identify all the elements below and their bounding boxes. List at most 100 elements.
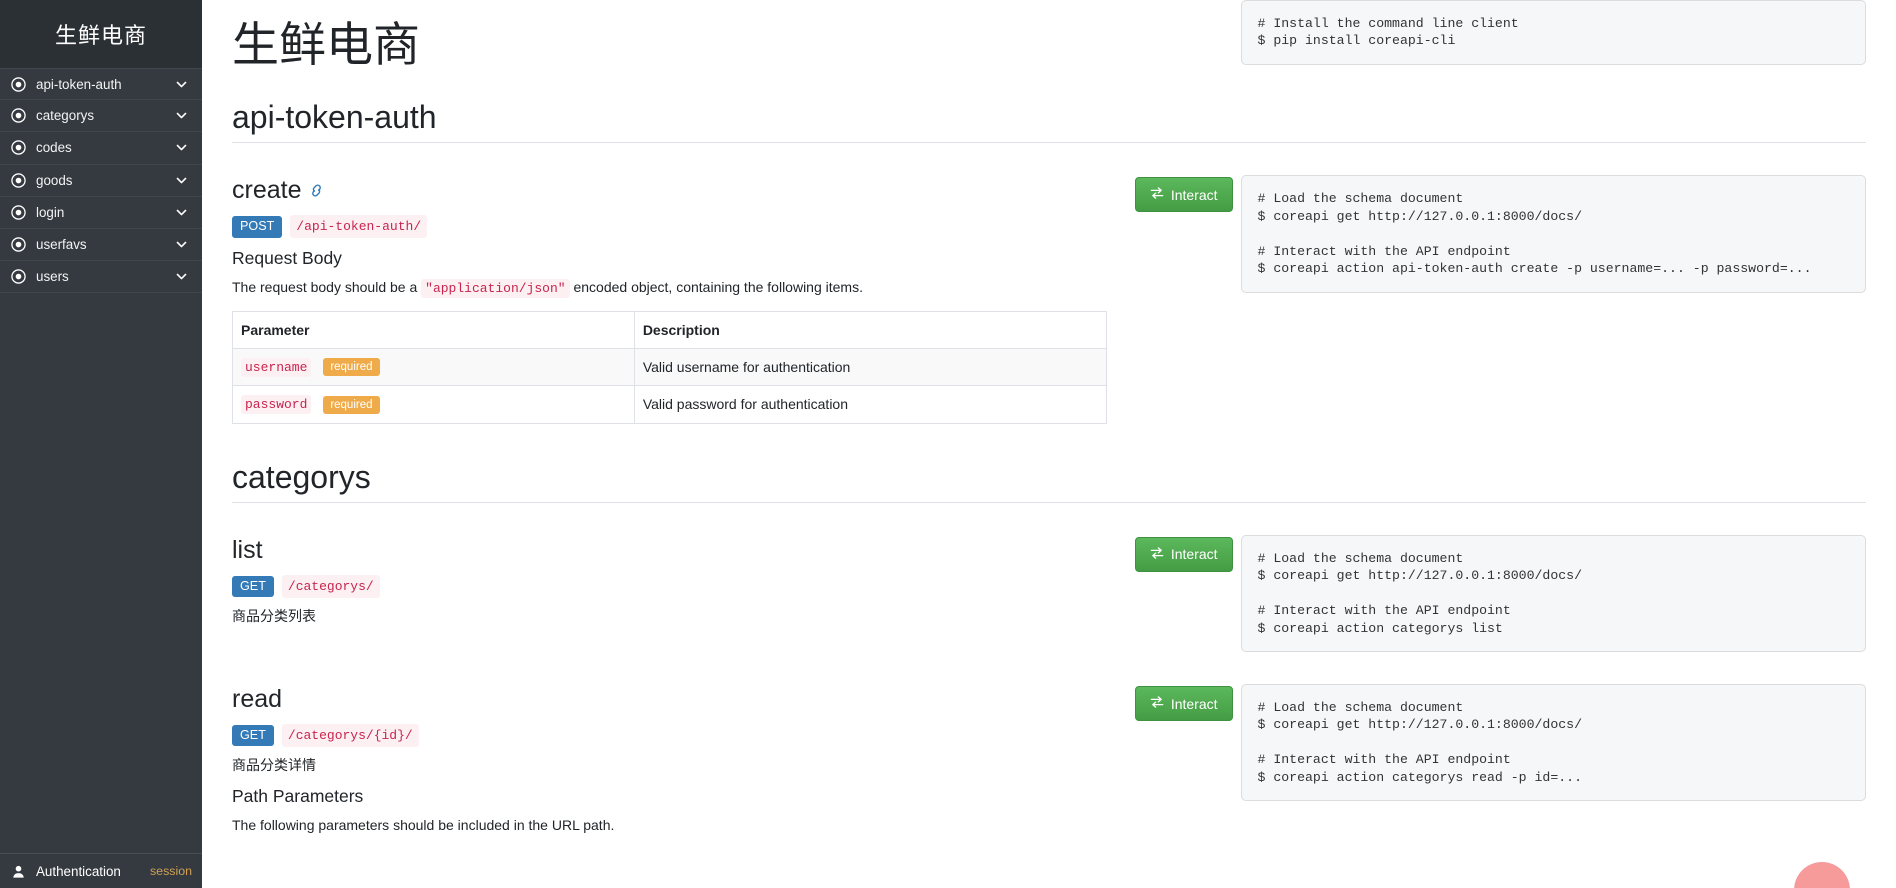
record-circle-icon	[10, 108, 26, 124]
read-code-row: Interact # Load the schema document $ co…	[1131, 684, 1866, 802]
chevron-down-icon[interactable]	[174, 77, 188, 91]
sidebar-item-label: users	[36, 269, 69, 285]
section-divider	[232, 142, 1866, 144]
sidebar-item-login[interactable]: login	[0, 197, 202, 229]
column-header-description: Description	[633, 310, 1107, 349]
link-title-text: create	[232, 176, 302, 205]
path-parameters-description: The following parameters should be inclu…	[232, 817, 615, 834]
interact-button-create[interactable]: Interact	[1134, 177, 1233, 213]
parameter-name: username	[241, 357, 312, 377]
chevron-down-icon[interactable]	[174, 109, 188, 123]
endpoint-path: /categorys/	[281, 574, 380, 598]
http-method-badge: POST	[232, 216, 283, 238]
method-row-create: POST /api-token-auth/	[232, 215, 1107, 239]
section-title-api-token-auth: api-token-auth	[232, 99, 437, 136]
authentication-status[interactable]: Authentication session	[0, 853, 202, 888]
authentication-scheme: session	[149, 864, 192, 878]
sidebar-item-label: login	[36, 204, 65, 220]
link-read: read GET /categorys/{id}/ 商品分类详情 Path Pa…	[232, 680, 1866, 848]
http-method-badge: GET	[232, 575, 274, 598]
sidebar-item-api-token-auth[interactable]: api-token-auth	[0, 68, 202, 101]
link-title-create: create	[232, 175, 1107, 205]
request-body-description: The request body should be a "applicatio…	[232, 277, 1107, 299]
request-body-text-before: The request body should be a	[232, 279, 422, 296]
sidebar-brand[interactable]: 生鲜电商	[0, 0, 202, 68]
link-read-left: read GET /categorys/{id}/ 商品分类详情 Path Pa…	[232, 684, 1123, 848]
interact-button-read[interactable]: Interact	[1134, 686, 1233, 722]
link-list-right: Interact # Load the schema document $ co…	[1123, 534, 1866, 653]
exchange-icon	[1150, 546, 1164, 563]
table-head: Parameter Description	[232, 310, 1107, 349]
link-icon[interactable]	[309, 175, 324, 205]
code-block-create: # Load the schema document $ coreapi get…	[1240, 175, 1866, 293]
install-code-block: # Install the command line client $ pip …	[1240, 0, 1866, 65]
chevron-down-icon[interactable]	[174, 173, 188, 187]
interact-wrap: Interact	[1131, 536, 1241, 572]
sidebar-nav: api-token-auth categorys codes goods log…	[0, 68, 202, 294]
section-title-categorys: categorys	[232, 458, 371, 495]
content-container: 生鲜电商 # Install the command line client $…	[202, 0, 1896, 848]
sidebar-item-label: goods	[36, 172, 73, 188]
record-circle-icon	[10, 204, 26, 220]
table-cell-description: Valid password for authentication	[633, 385, 1107, 424]
header-right: # Install the command line client $ pip …	[1123, 0, 1866, 98]
section-categorys-heading-row: categorys	[232, 458, 1866, 531]
sidebar-item-codes[interactable]: codes	[0, 132, 202, 165]
read-interact-col: Interact	[1131, 684, 1241, 722]
record-circle-icon	[10, 237, 26, 253]
sidebar-item-userfavs[interactable]: userfavs	[0, 229, 202, 262]
page-title: 生鲜电商	[232, 18, 420, 71]
chevron-down-icon[interactable]	[174, 205, 188, 219]
list-code-row: Interact # Load the schema document $ co…	[1131, 534, 1866, 653]
table-body: username required Valid username for aut…	[232, 347, 1107, 424]
chevron-down-icon[interactable]	[174, 270, 188, 284]
list-code-col: # Load the schema document $ coreapi get…	[1240, 534, 1866, 653]
table-cell-description: Valid username for authentication	[633, 347, 1107, 387]
link-list: list GET /categorys/ 商品分类列表 Interact # L…	[232, 531, 1866, 653]
section-heading-wrap: api-token-auth	[232, 98, 1866, 171]
table-cell-parameter: password required	[232, 385, 635, 424]
table-header-row: Parameter Description	[232, 310, 1107, 349]
floating-action-button[interactable]	[1794, 862, 1850, 888]
page-root: 生鲜电商 api-token-auth categorys codes good…	[0, 0, 1896, 888]
column-header-parameter: Parameter	[232, 310, 635, 349]
record-circle-icon	[10, 172, 26, 188]
interact-button-label: Interact	[1170, 695, 1218, 712]
header-left: 生鲜电商	[232, 0, 1123, 98]
link-create-left: create POST /api-token-auth/ Request Bod…	[232, 175, 1123, 424]
section-divider	[232, 501, 1866, 503]
code-block-read: # Load the schema document $ coreapi get…	[1240, 684, 1866, 802]
link-title-text: list	[232, 535, 263, 564]
request-body-text-after: encoded object, containing the following…	[569, 279, 863, 296]
sidebar-item-users[interactable]: users	[0, 261, 202, 294]
create-code-row: Interact # Load the schema document $ co…	[1131, 175, 1866, 293]
method-row-list: GET /categorys/	[232, 574, 1107, 598]
link-description: 商品分类详情	[232, 757, 316, 774]
link-description: 商品分类列表	[232, 607, 316, 624]
sidebar-item-goods[interactable]: goods	[0, 165, 202, 197]
chevron-down-icon[interactable]	[174, 238, 188, 252]
link-create-right: Interact # Load the schema document $ co…	[1123, 175, 1866, 423]
link-list-left: list GET /categorys/ 商品分类列表	[232, 535, 1123, 652]
sidebar-item-label: categorys	[36, 108, 95, 124]
interact-button-list[interactable]: Interact	[1134, 536, 1233, 572]
authentication-label: Authentication	[36, 863, 121, 879]
table-cell-parameter: username required	[232, 347, 635, 387]
table-row: username required Valid username for aut…	[232, 347, 1107, 387]
chevron-down-icon[interactable]	[174, 141, 188, 155]
list-interact-col: Interact	[1131, 535, 1241, 572]
main-content: 生鲜电商 # Install the command line client $…	[202, 0, 1896, 888]
sidebar-item-label: codes	[36, 140, 72, 156]
section-heading-wrap: categorys	[232, 458, 1866, 531]
path-parameters-heading: Path Parameters	[232, 786, 364, 807]
sidebar-item-label: api-token-auth	[36, 76, 122, 92]
sidebar-item-categorys[interactable]: categorys	[0, 100, 202, 133]
content-type-code: "application/json"	[421, 279, 570, 299]
link-title-list: list	[232, 535, 1107, 565]
table-row: password required Valid password for aut…	[232, 385, 1107, 424]
http-method-badge: GET	[232, 724, 274, 747]
interact-button-label: Interact	[1170, 186, 1218, 203]
required-badge: required	[323, 358, 380, 377]
sidebar-item-label: userfavs	[36, 237, 87, 253]
endpoint-path: /api-token-auth/	[290, 215, 428, 239]
